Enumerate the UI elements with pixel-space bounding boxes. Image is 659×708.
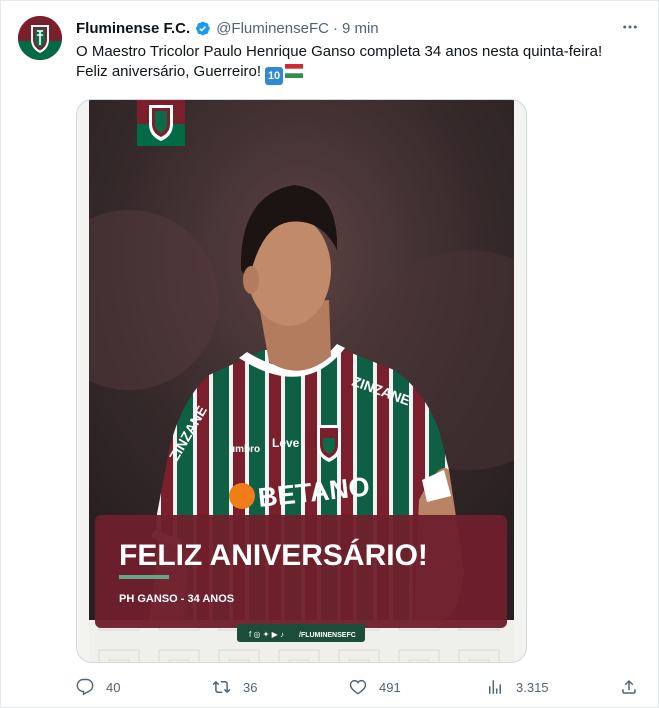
reply-count: 40 bbox=[106, 679, 121, 695]
tricolor-flag-emoji bbox=[285, 64, 304, 78]
separator-dot: · bbox=[332, 19, 338, 37]
tweet-body: O Maestro Tricolor Paulo Henrique Ganso … bbox=[76, 43, 603, 80]
display-name[interactable]: Fluminense F.C. bbox=[76, 20, 190, 37]
social-handle: /FLUMINENSEFC bbox=[299, 632, 356, 639]
view-count: 3.315 bbox=[516, 679, 549, 695]
corner-crest-icon bbox=[137, 100, 185, 146]
share-icon bbox=[622, 679, 636, 694]
subline: PH GANSO - 34 ANOS bbox=[119, 593, 234, 605]
tweet-header: Fluminense F.C. @FluminenseFC · 9 min bbox=[76, 17, 379, 39]
reply-button[interactable]: 40 bbox=[76, 676, 120, 698]
views-button[interactable]: 3.315 bbox=[486, 676, 549, 698]
like-count: 491 bbox=[379, 679, 401, 695]
birthday-poster: ZINZANE ZINZANE umbro Leve BETANO FELIZ … bbox=[89, 100, 514, 662]
share-button[interactable] bbox=[620, 676, 650, 698]
verified-badge-icon bbox=[194, 20, 211, 37]
handle[interactable]: @FluminenseFC bbox=[216, 20, 329, 37]
club-crest-icon bbox=[18, 16, 62, 60]
reply-icon bbox=[76, 678, 94, 696]
timestamp[interactable]: 9 min bbox=[342, 20, 379, 37]
like-icon bbox=[349, 679, 367, 695]
views-icon bbox=[489, 680, 501, 694]
retweet-count: 36 bbox=[243, 679, 258, 695]
profile-avatar[interactable] bbox=[18, 16, 62, 60]
retweet-icon bbox=[212, 680, 231, 694]
umbro-logo: umbro bbox=[229, 444, 260, 455]
tweet-image[interactable]: ZINZANE ZINZANE umbro Leve BETANO FELIZ … bbox=[76, 99, 527, 663]
retweet-button[interactable]: 36 bbox=[212, 676, 257, 698]
headline: FELIZ ANIVERSÁRIO! bbox=[119, 538, 428, 572]
action-bar: 40 36 491 3.315 bbox=[76, 676, 646, 698]
more-options-icon[interactable] bbox=[616, 16, 644, 38]
leve-logo: Leve bbox=[272, 436, 300, 450]
keycap-ten-emoji: 10 bbox=[265, 67, 284, 85]
like-button[interactable]: 491 bbox=[349, 676, 401, 698]
svg-text:f ◎ ✦ ▶ ♪: f ◎ ✦ ▶ ♪ bbox=[249, 630, 284, 639]
tweet-text: O Maestro Tricolor Paulo Henrique Ganso … bbox=[76, 42, 636, 85]
